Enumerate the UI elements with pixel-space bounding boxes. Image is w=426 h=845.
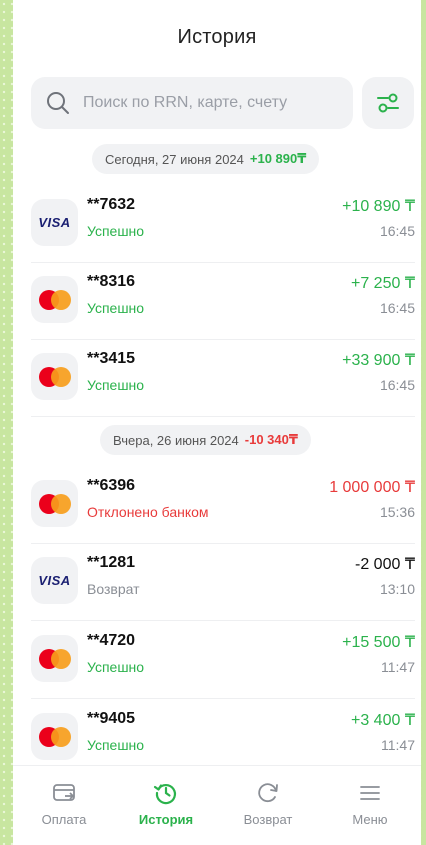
transaction-time: 13:10	[379, 581, 415, 597]
group-date: Сегодня, 27 июня 2024	[105, 151, 244, 167]
group-total: +10 890₸	[249, 151, 307, 166]
search-input[interactable]	[83, 94, 353, 112]
mastercard-logo	[38, 726, 71, 747]
transaction-status: Отклонено банком	[87, 504, 209, 520]
mastercard-logo	[38, 493, 71, 514]
nav-item-menu[interactable]: Меню	[319, 766, 421, 845]
date-group-header: Сегодня, 27 июня 2024 +10 890₸	[92, 144, 320, 174]
card-number: **6396	[87, 477, 136, 494]
group-total: -10 340₸	[244, 432, 298, 447]
card-number: **3415	[87, 350, 136, 367]
transaction-status: Успешно	[87, 300, 145, 316]
visa-logo: VISA	[38, 215, 71, 230]
mastercard-logo	[38, 366, 71, 387]
transaction-amount: 1 000 000 ₸	[329, 479, 415, 496]
transaction-status: Успешно	[87, 223, 145, 239]
transaction-amount: -2 000 ₸	[355, 556, 415, 573]
mastercard-logo	[38, 648, 71, 669]
filter-button[interactable]	[362, 77, 414, 129]
transaction-time: 16:45	[379, 300, 415, 316]
app-screen: История Сегодня, 27 июня 2024 +10 890₸ VIS…	[13, 0, 421, 845]
mastercard-icon	[31, 480, 78, 527]
card-number: **4720	[87, 632, 136, 649]
transaction-time: 11:47	[381, 659, 415, 675]
transaction-row[interactable]: VISA **7632 Успешно +10 890 ₸ 16:45	[13, 186, 421, 263]
row-divider	[31, 620, 415, 621]
nav-item-history[interactable]: История	[115, 766, 217, 845]
nav-label: История	[138, 812, 194, 827]
transaction-status: Возврат	[87, 581, 140, 597]
transaction-time: 16:45	[379, 223, 415, 239]
search-box[interactable]	[31, 77, 353, 129]
transaction-row[interactable]: **4720 Успешно +15 500 ₸ 11:47	[13, 622, 421, 699]
nav-label: Меню	[352, 812, 388, 827]
transaction-amount: +3 400 ₸	[350, 712, 415, 729]
filter-icon	[377, 93, 399, 113]
mastercard-logo	[38, 289, 71, 310]
page-title: История	[177, 26, 257, 48]
transaction-status: Успешно	[87, 377, 145, 393]
transaction-row[interactable]: **6396 Отклонено банком 1 000 000 ₸ 15:36	[13, 467, 421, 544]
visa-icon: VISA	[31, 557, 78, 604]
menu-icon	[360, 786, 380, 800]
mastercard-icon	[31, 276, 78, 323]
transaction-status: Успешно	[87, 737, 145, 753]
transaction-time: 11:47	[381, 737, 415, 753]
history-icon	[153, 784, 177, 805]
card-number: **7632	[87, 196, 136, 213]
transaction-row[interactable]: **8316 Успешно +7 250 ₸ 16:45	[13, 263, 421, 340]
transaction-amount: +7 250 ₸	[350, 275, 415, 292]
nav-label: Оплата	[41, 812, 87, 827]
row-divider	[31, 416, 415, 417]
refund-icon	[258, 783, 278, 803]
nav-item-payment[interactable]: Оплата	[13, 766, 115, 845]
visa-logo: VISA	[38, 573, 71, 588]
mastercard-icon	[31, 353, 78, 400]
card-number: **8316	[87, 273, 136, 290]
transaction-amount: +33 900 ₸	[342, 352, 415, 369]
visa-icon: VISA	[31, 199, 78, 246]
search-icon	[47, 92, 69, 114]
bottom-nav: Оплата История Возврат Меню	[13, 765, 421, 845]
transaction-status: Успешно	[87, 659, 145, 675]
payment-icon	[53, 784, 75, 801]
transaction-row[interactable]: **3415 Успешно +33 900 ₸ 16:45	[13, 340, 421, 417]
transaction-time: 15:36	[379, 504, 415, 520]
transaction-time: 16:45	[379, 377, 415, 393]
date-group-header: Вчера, 26 июня 2024 -10 340₸	[100, 425, 311, 455]
transaction-amount: +10 890 ₸	[342, 198, 415, 215]
nav-item-refund[interactable]: Возврат	[217, 766, 319, 845]
card-number: **9405	[87, 710, 136, 727]
mastercard-icon	[31, 713, 78, 760]
transaction-amount: +15 500 ₸	[342, 634, 415, 651]
transaction-row[interactable]: VISA **1281 Возврат -2 000 ₸ 13:10	[13, 544, 421, 621]
mastercard-icon	[31, 635, 78, 682]
group-date: Вчера, 26 июня 2024	[113, 432, 239, 448]
nav-label: Возврат	[243, 812, 293, 827]
card-number: **1281	[87, 554, 136, 571]
row-divider	[31, 698, 415, 699]
